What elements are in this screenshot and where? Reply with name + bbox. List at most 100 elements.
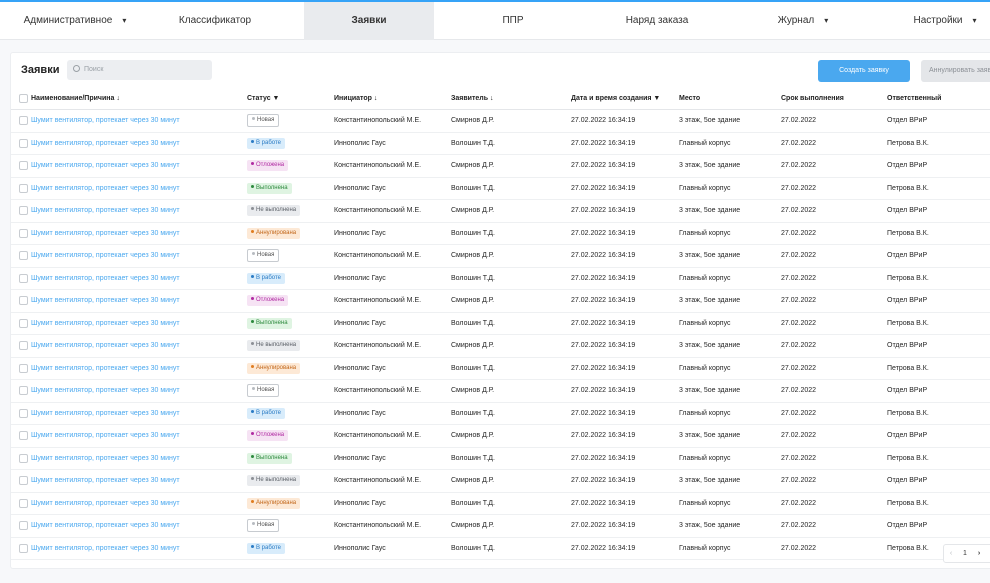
row-checkbox[interactable] bbox=[11, 177, 31, 200]
row-checkbox[interactable] bbox=[11, 537, 31, 560]
nav-item-classifier[interactable]: Классификатор bbox=[150, 2, 280, 40]
table-row[interactable]: Шумит вентилятор, протекает через 30 мин… bbox=[11, 379, 990, 403]
table-row[interactable]: Шумит вентилятор, протекает через 30 мин… bbox=[11, 132, 990, 155]
nav-item-settings[interactable]: Настройки ▾ bbox=[900, 2, 990, 40]
prev-page-button[interactable]: ‹ bbox=[944, 545, 958, 562]
row-checkbox[interactable] bbox=[11, 109, 31, 133]
nav-item-journal[interactable]: Журнал ▾ bbox=[748, 2, 858, 40]
row-checkbox[interactable] bbox=[11, 424, 31, 448]
table-row[interactable]: Шумит вентилятор, протекает через 30 мин… bbox=[11, 357, 990, 380]
table-row[interactable]: Шумит вентилятор, протекает через 30 мин… bbox=[11, 492, 990, 515]
request-name-link[interactable]: Шумит вентилятор, протекает через 30 мин… bbox=[31, 109, 247, 133]
row-checkbox[interactable] bbox=[11, 199, 31, 223]
status-dot-icon bbox=[251, 229, 254, 233]
status-cell: Отложена bbox=[247, 154, 334, 178]
status-cell: Новая bbox=[247, 244, 334, 268]
status-cell: Аннулирована bbox=[247, 222, 334, 245]
table-row[interactable]: Шумит вентилятор, протекает через 30 мин… bbox=[11, 222, 990, 245]
request-name-link[interactable]: Шумит вентилятор, протекает через 30 мин… bbox=[31, 447, 247, 470]
request-name-link[interactable]: Шумит вентилятор, протекает через 30 мин… bbox=[31, 267, 247, 290]
table-row[interactable]: Шумит вентилятор, протекает через 30 мин… bbox=[11, 537, 990, 560]
chevron-down-icon: ▾ bbox=[972, 16, 977, 25]
row-checkbox[interactable] bbox=[11, 154, 31, 178]
row-checkbox[interactable] bbox=[11, 267, 31, 290]
request-name-link[interactable]: Шумит вентилятор, протекает через 30 мин… bbox=[31, 492, 247, 515]
row-checkbox[interactable] bbox=[11, 312, 31, 335]
table-row[interactable]: Шумит вентилятор, протекает через 30 мин… bbox=[11, 424, 990, 448]
next-page-button[interactable]: › bbox=[972, 545, 986, 562]
table-row[interactable]: Шумит вентилятор, протекает через 30 мин… bbox=[11, 267, 990, 290]
table-row[interactable]: Шумит вентилятор, протекает через 30 мин… bbox=[11, 402, 990, 425]
table-row[interactable]: Шумит вентилятор, протекает через 30 мин… bbox=[11, 312, 990, 335]
request-name-link[interactable]: Шумит вентилятор, протекает через 30 мин… bbox=[31, 424, 247, 448]
nav-item-requests[interactable]: Заявки bbox=[304, 2, 434, 40]
nav-item-ppr[interactable]: ППР bbox=[448, 2, 578, 40]
row-checkbox[interactable] bbox=[11, 514, 31, 538]
table-row[interactable]: Шумит вентилятор, протекает через 30 мин… bbox=[11, 289, 990, 313]
table-row[interactable]: Шумит вентилятор, протекает через 30 мин… bbox=[11, 154, 990, 178]
request-name-link[interactable]: Шумит вентилятор, протекает через 30 мин… bbox=[31, 537, 247, 560]
table-row[interactable]: Шумит вентилятор, протекает через 30 мин… bbox=[11, 514, 990, 538]
applicant-cell: Смирнов Д.Р. bbox=[451, 154, 571, 178]
request-name-link[interactable]: Шумит вентилятор, протекает через 30 мин… bbox=[31, 222, 247, 245]
table-row[interactable]: Шумит вентилятор, протекает через 30 мин… bbox=[11, 177, 990, 200]
initiator-cell: Константинопольский М.Е. bbox=[334, 469, 451, 493]
request-name-link[interactable]: Шумит вентилятор, протекает через 30 мин… bbox=[31, 357, 247, 380]
created-cell: 27.02.2022 16:34:19 bbox=[571, 357, 679, 380]
create-request-button[interactable]: Создать заявку bbox=[818, 60, 910, 82]
table-row[interactable]: Шумит вентилятор, протекает через 30 мин… bbox=[11, 199, 990, 223]
request-name-link[interactable]: Шумит вентилятор, протекает через 30 мин… bbox=[31, 289, 247, 313]
request-name-link[interactable]: Шумит вентилятор, протекает через 30 мин… bbox=[31, 469, 247, 493]
table-row[interactable]: Шумит вентилятор, протекает через 30 мин… bbox=[11, 469, 990, 493]
column-header-applicant[interactable]: Заявитель ↓ bbox=[451, 88, 571, 110]
table-row[interactable]: Шумит вентилятор, протекает через 30 мин… bbox=[11, 109, 990, 133]
created-cell: 27.02.2022 16:34:19 bbox=[571, 312, 679, 335]
table-row[interactable]: Шумит вентилятор, протекает через 30 мин… bbox=[11, 244, 990, 268]
status-badge: Выполнена bbox=[247, 182, 292, 194]
row-checkbox[interactable] bbox=[11, 469, 31, 493]
request-name-link[interactable]: Шумит вентилятор, протекает через 30 мин… bbox=[31, 132, 247, 155]
column-header-name[interactable]: Наименование/Причина ↓ bbox=[31, 88, 247, 110]
request-name-link[interactable]: Шумит вентилятор, протекает через 30 мин… bbox=[31, 312, 247, 335]
nav-item-administrative[interactable]: Административное ▾ bbox=[10, 2, 140, 40]
status-dot-icon bbox=[251, 162, 254, 166]
request-name-link[interactable]: Шумит вентилятор, протекает через 30 мин… bbox=[31, 177, 247, 200]
row-checkbox[interactable] bbox=[11, 447, 31, 470]
requests-panel: Заявки Поиск Создать заявку Аннулировать… bbox=[10, 52, 990, 569]
row-checkbox[interactable] bbox=[11, 402, 31, 425]
deadline-cell: 27.02.2022 bbox=[781, 469, 887, 493]
status-dot-icon bbox=[251, 454, 254, 458]
column-header-status[interactable]: Статус ▼ bbox=[247, 88, 334, 110]
row-checkbox[interactable] bbox=[11, 357, 31, 380]
requests-table: Наименование/Причина ↓ Статус ▼ Инициато… bbox=[11, 88, 990, 560]
created-cell: 27.02.2022 16:34:19 bbox=[571, 244, 679, 268]
status-badge: В работе bbox=[247, 407, 286, 419]
request-name-link[interactable]: Шумит вентилятор, протекает через 30 мин… bbox=[31, 402, 247, 425]
request-name-link[interactable]: Шумит вентилятор, протекает через 30 мин… bbox=[31, 514, 247, 538]
row-checkbox[interactable] bbox=[11, 492, 31, 515]
row-checkbox[interactable] bbox=[11, 379, 31, 403]
request-name-link[interactable]: Шумит вентилятор, протекает через 30 мин… bbox=[31, 244, 247, 268]
annul-request-button[interactable]: Аннулировать заявку bbox=[921, 60, 990, 82]
request-name-link[interactable]: Шумит вентилятор, протекает через 30 мин… bbox=[31, 154, 247, 178]
nav-item-label: ППР bbox=[502, 15, 524, 26]
row-checkbox[interactable] bbox=[11, 334, 31, 358]
request-name-link[interactable]: Шумит вентилятор, протекает через 30 мин… bbox=[31, 334, 247, 358]
row-checkbox[interactable] bbox=[11, 222, 31, 245]
column-header-initiator[interactable]: Инициатор ↓ bbox=[334, 88, 451, 110]
page-number[interactable]: 1 bbox=[958, 545, 972, 562]
request-name-link[interactable]: Шумит вентилятор, протекает через 30 мин… bbox=[31, 199, 247, 223]
row-checkbox[interactable] bbox=[11, 132, 31, 155]
row-checkbox[interactable] bbox=[11, 289, 31, 313]
select-all-checkbox[interactable] bbox=[11, 88, 31, 110]
status-cell: Выполнена bbox=[247, 447, 334, 470]
row-checkbox[interactable] bbox=[11, 244, 31, 268]
table-row[interactable]: Шумит вентилятор, протекает через 30 мин… bbox=[11, 334, 990, 358]
search-input[interactable]: Поиск bbox=[67, 60, 212, 80]
deadline-cell: 27.02.2022 bbox=[781, 357, 887, 380]
request-name-link[interactable]: Шумит вентилятор, протекает через 30 мин… bbox=[31, 379, 247, 403]
initiator-cell: Константинопольский М.Е. bbox=[334, 379, 451, 403]
nav-item-work-order[interactable]: Наряд заказа bbox=[592, 2, 722, 40]
table-row[interactable]: Шумит вентилятор, протекает через 30 мин… bbox=[11, 447, 990, 470]
column-header-created[interactable]: Дата и время создания ▼ bbox=[571, 88, 679, 110]
